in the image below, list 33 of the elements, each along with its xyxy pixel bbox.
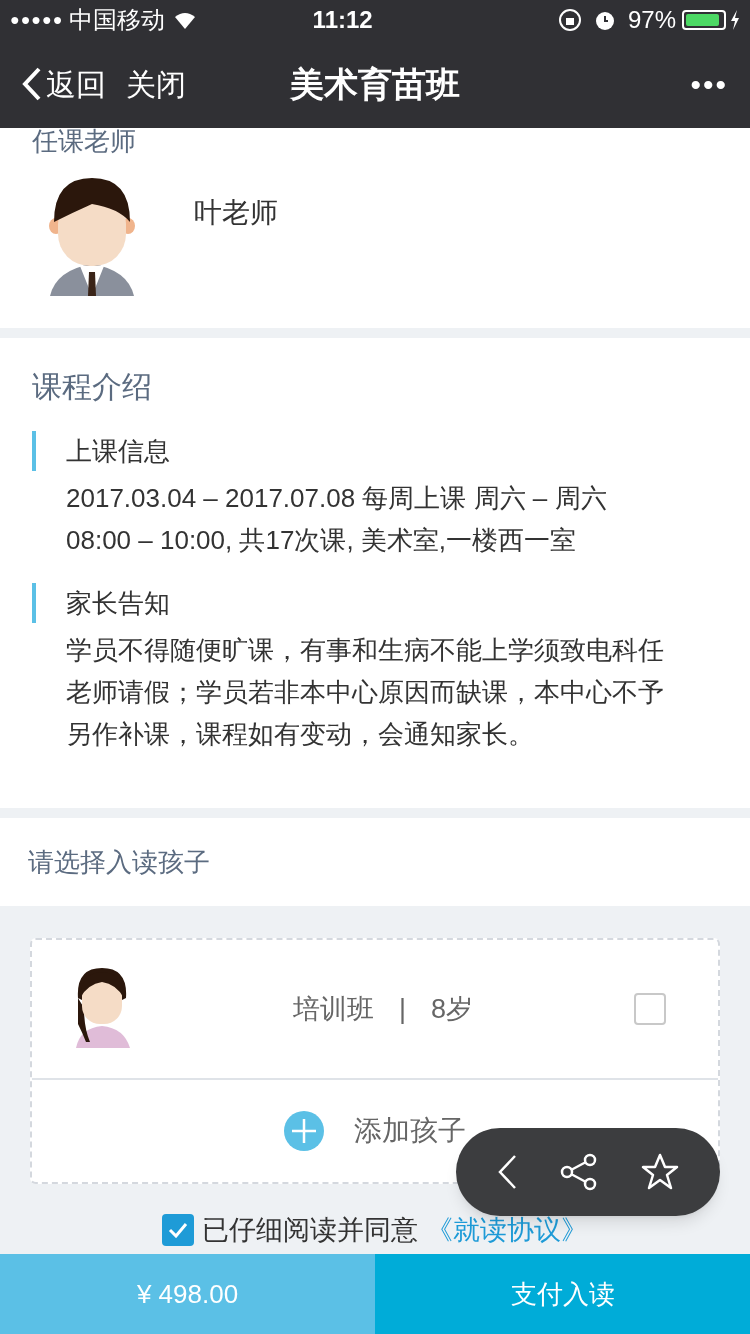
agreement-checkbox[interactable] <box>162 1213 194 1246</box>
rotation-lock-icon <box>557 8 582 32</box>
carrier-name: 中国移动 <box>69 5 166 35</box>
alarm-icon <box>593 9 616 31</box>
clock-time: 11:12 <box>311 5 374 35</box>
battery-percent: 97% <box>627 5 676 35</box>
subsection-title: 家长告知 <box>32 583 718 623</box>
charging-icon <box>730 10 740 30</box>
price-total: ¥ 498.00 <box>0 1254 375 1334</box>
signal-strength: ●●●●● <box>10 10 64 30</box>
subsection-body: 2017.03.04 – 2017.07.08 每周上课 周六 – 周六 08:00 – 10:00, 共17次课, 美术室,一楼西一室 <box>65 482 608 557</box>
teacher-name: 叶老师 <box>194 196 278 230</box>
battery-icon <box>682 10 726 30</box>
checkmark-icon <box>168 1221 188 1238</box>
section-heading: 请选择入读孩子 <box>28 845 210 879</box>
section-heading: 任课老师 <box>32 128 137 154</box>
share-icon[interactable] <box>560 1153 598 1191</box>
page-title: 美术育苗班 <box>290 63 460 105</box>
subsection-body: 学员不得随便旷课，有事和生病不能上学须致电科任老师请假；学员若非本中心原因而缺课，本中心不予另作补课，课程如有变动，会通知家长。 <box>65 634 665 751</box>
back-button[interactable]: 返回 <box>22 61 106 107</box>
star-icon[interactable] <box>640 1153 679 1191</box>
back-chevron-icon[interactable] <box>497 1154 518 1190</box>
wifi-icon <box>173 11 198 29</box>
agreement-text: 已仔细阅读并同意 <box>202 1213 418 1247</box>
section-heading: 课程介绍 <box>32 369 153 405</box>
more-button[interactable]: ••• <box>690 61 728 107</box>
add-child-button[interactable]: 添加孩子 <box>32 1080 718 1182</box>
subsection-title: 上课信息 <box>32 431 718 471</box>
plus-icon <box>284 1111 324 1151</box>
child-checkbox[interactable] <box>634 993 666 1025</box>
close-button[interactable]: 关闭 <box>126 61 186 107</box>
back-chevron-icon <box>22 67 42 101</box>
child-info: 培训班 | 8岁 <box>291 992 475 1026</box>
